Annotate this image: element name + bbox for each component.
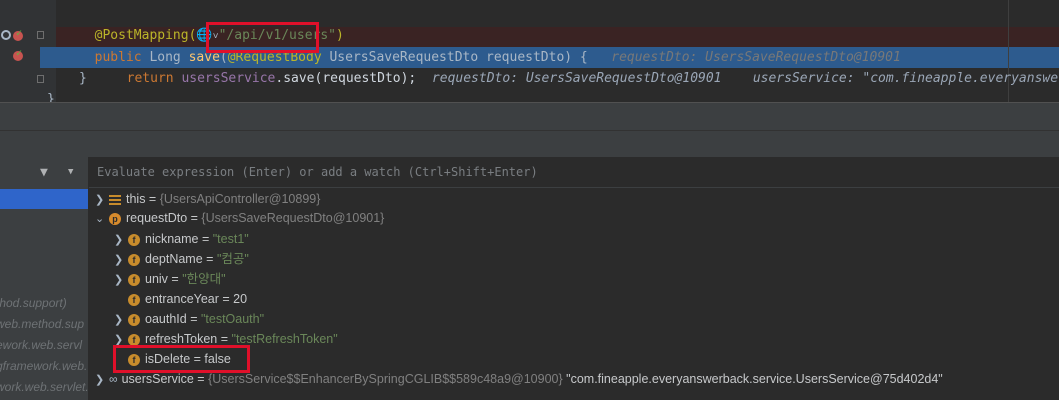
selected-frame-row[interactable] (0, 189, 88, 209)
field-icon: f (128, 233, 140, 246)
frame-item[interactable]: work.web.servlet.r (0, 380, 88, 394)
list-icon (109, 194, 121, 205)
frame-item[interactable]: gframework.web. (0, 359, 87, 373)
field-icon: f (128, 253, 140, 266)
fold-icon[interactable] (37, 75, 44, 83)
field-icon: f (128, 273, 140, 286)
variable-row-this[interactable]: ❯ this = {UsersApiController@10899} (95, 189, 320, 209)
inline-debug-hint: requestDto: UsersSaveRequestDto@10901 (431, 71, 722, 86)
code-line-4[interactable]: } (79, 68, 87, 89)
expand-arrow-icon[interactable]: ❯ (95, 190, 109, 210)
variable-row-univ[interactable]: ❯ f univ = "한양대" (114, 269, 226, 289)
frame-item[interactable]: ework.web.servl (0, 338, 82, 352)
debug-tabs-bar (0, 130, 1059, 158)
chevron-down-icon[interactable]: ▼ (68, 167, 73, 177)
frames-panel[interactable]: ▼ ▼ thod.support) web.method.sup ework.w… (0, 157, 89, 400)
inline-debug-hint: usersService: "com.fineapple.everyanswer… (752, 71, 1059, 86)
variable-row-oauthid[interactable]: ❯ f oauthId = "testOauth" (114, 309, 264, 329)
field-usersservice: usersService (181, 71, 276, 86)
variable-row-requestdto[interactable]: ⌄ p requestDto = {UsersSaveRequestDto@1090… (95, 208, 384, 228)
watch-icon: ∞ (109, 372, 118, 386)
frame-item[interactable]: thod.support) (0, 296, 67, 310)
variable-row-deptname[interactable]: ❯ f deptName = "컴공" (114, 249, 249, 269)
code-line-5[interactable]: } (47, 89, 55, 102)
fold-icon[interactable] (37, 31, 44, 39)
variable-row-entranceyear[interactable]: f entranceYear = 20 (128, 289, 247, 309)
evaluate-placeholder: Evaluate expression (Enter) or add a wat… (97, 165, 538, 179)
expand-arrow-icon[interactable]: ❯ (95, 370, 109, 390)
parameter-icon: p (109, 212, 121, 225)
evaluate-expression-input[interactable]: Evaluate expression (Enter) or add a wat… (89, 157, 1059, 188)
highlight-box-requestbody (206, 22, 319, 53)
highlight-box-isdelete (113, 345, 250, 373)
code-line-2[interactable]: public Long save(@RequestBody UsersSaveR… (79, 26, 901, 65)
frame-item[interactable]: web.method.sup (0, 317, 84, 331)
gutter-mapping-icon[interactable] (1, 30, 11, 40)
expand-arrow-icon[interactable]: ❯ (114, 230, 128, 250)
variable-row-nickname[interactable]: ❯ f nickname = "test1" (114, 229, 249, 249)
debug-toolbar (0, 102, 1059, 131)
field-icon: f (128, 333, 140, 346)
expand-arrow-icon[interactable]: ❯ (114, 310, 128, 330)
expand-arrow-icon[interactable]: ❯ (114, 250, 128, 270)
breakpoint-check-icon: ✓ (16, 28, 23, 39)
filter-icon[interactable]: ▼ (40, 165, 48, 180)
field-icon: f (128, 293, 140, 306)
field-icon: f (128, 313, 140, 326)
breakpoint-check-icon: ✓ (16, 48, 23, 59)
expand-arrow-icon[interactable]: ❯ (114, 270, 128, 290)
collapse-arrow-icon[interactable]: ⌄ (95, 209, 109, 229)
